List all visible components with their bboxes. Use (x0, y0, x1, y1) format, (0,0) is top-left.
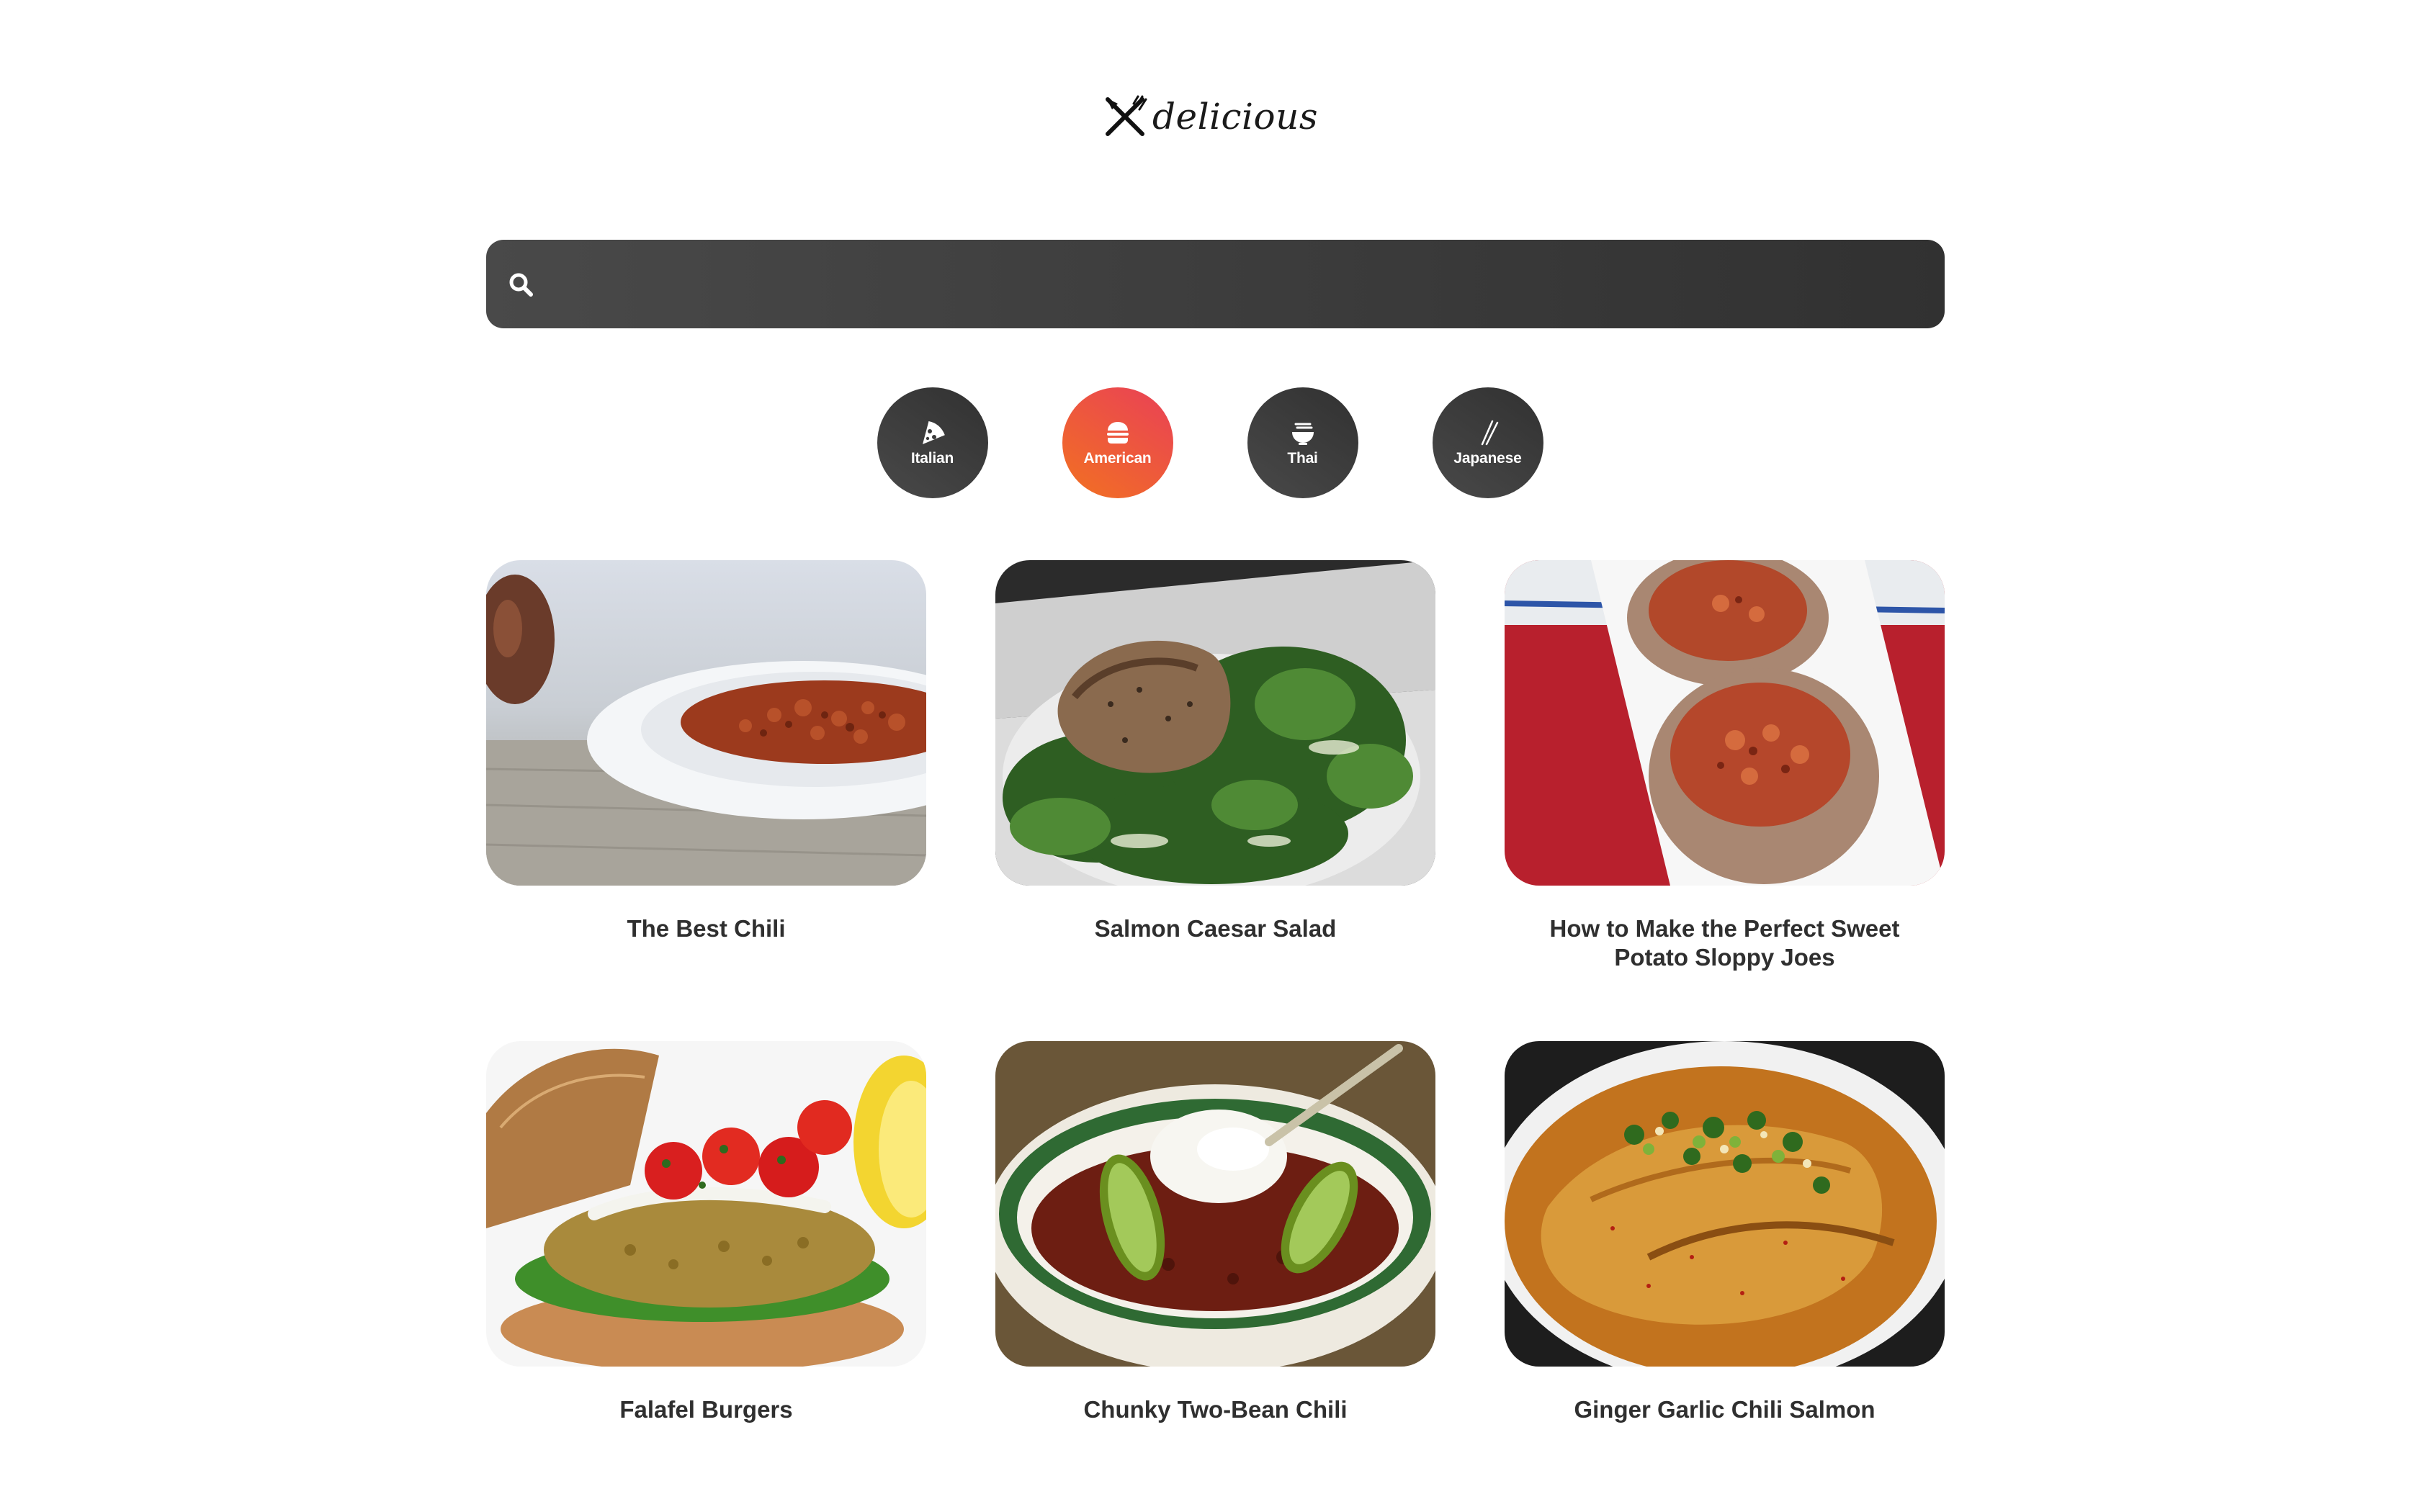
recipe-image[interactable] (995, 1041, 1435, 1367)
recipe-image[interactable] (995, 560, 1435, 886)
sweet-potato-sloppy-joes-photo (1505, 560, 1945, 886)
recipe-image[interactable] (1505, 1041, 1945, 1367)
category-american[interactable]: American (1062, 387, 1173, 498)
recipe-card[interactable]: How to Make the Perfect Sweet Potato Slo… (1505, 560, 1945, 972)
recipe-title[interactable]: How to Make the Perfect Sweet Potato Slo… (1505, 914, 1945, 972)
fork-knife-crossed-icon (1105, 95, 1147, 136)
noodle-bowl-icon (1291, 423, 1314, 445)
category-label: Japanese (1453, 450, 1522, 467)
logo[interactable]: delicious (0, 94, 2420, 140)
recipe-title[interactable]: Chunky Two-Bean Chili (995, 1395, 1435, 1424)
recipe-card[interactable]: Ginger Garlic Chili Salmon (1505, 1041, 1945, 1424)
falafel-burger-photo (486, 1041, 926, 1367)
recipe-card[interactable]: The Best Chili (486, 560, 926, 972)
logo-text: delicious (1152, 96, 1319, 138)
salmon-caesar-salad-photo (995, 560, 1435, 886)
recipe-title[interactable]: The Best Chili (486, 914, 926, 943)
search-bar[interactable] (486, 240, 1945, 328)
category-italian[interactable]: Italian (877, 387, 988, 498)
category-label: Thai (1287, 450, 1318, 467)
recipe-card[interactable]: Chunky Two-Bean Chili (995, 1041, 1435, 1424)
recipe-image[interactable] (1505, 560, 1945, 886)
category-thai[interactable]: Thai (1247, 387, 1358, 498)
recipe-card[interactable]: Salmon Caesar Salad (995, 560, 1435, 972)
recipe-grid: The Best Chili Salmon Caesar Salad How t… (486, 560, 1945, 1424)
pizza-icon (922, 421, 945, 444)
recipe-title[interactable]: Ginger Garlic Chili Salmon (1505, 1395, 1945, 1424)
two-bean-chili-photo (995, 1041, 1435, 1367)
category-label: American (1083, 450, 1152, 467)
recipe-image[interactable] (486, 560, 926, 886)
recipe-image[interactable] (486, 1041, 926, 1367)
burger-icon (1106, 422, 1129, 444)
chili-bowl-photo (486, 560, 926, 886)
search-input[interactable] (549, 240, 1923, 328)
category-list: Italian American Thai Japanese (0, 387, 2420, 498)
recipe-title[interactable]: Salmon Caesar Salad (995, 914, 1435, 943)
category-japanese[interactable]: Japanese (1432, 387, 1543, 498)
category-label: Italian (910, 450, 954, 467)
ginger-garlic-salmon-photo (1505, 1041, 1945, 1367)
chopsticks-icon (1481, 420, 1498, 446)
search-icon (509, 273, 533, 297)
page: delicious Italian American Thai Japanese… (0, 0, 2420, 1512)
recipe-card[interactable]: Falafel Burgers (486, 1041, 926, 1424)
recipe-title[interactable]: Falafel Burgers (486, 1395, 926, 1424)
